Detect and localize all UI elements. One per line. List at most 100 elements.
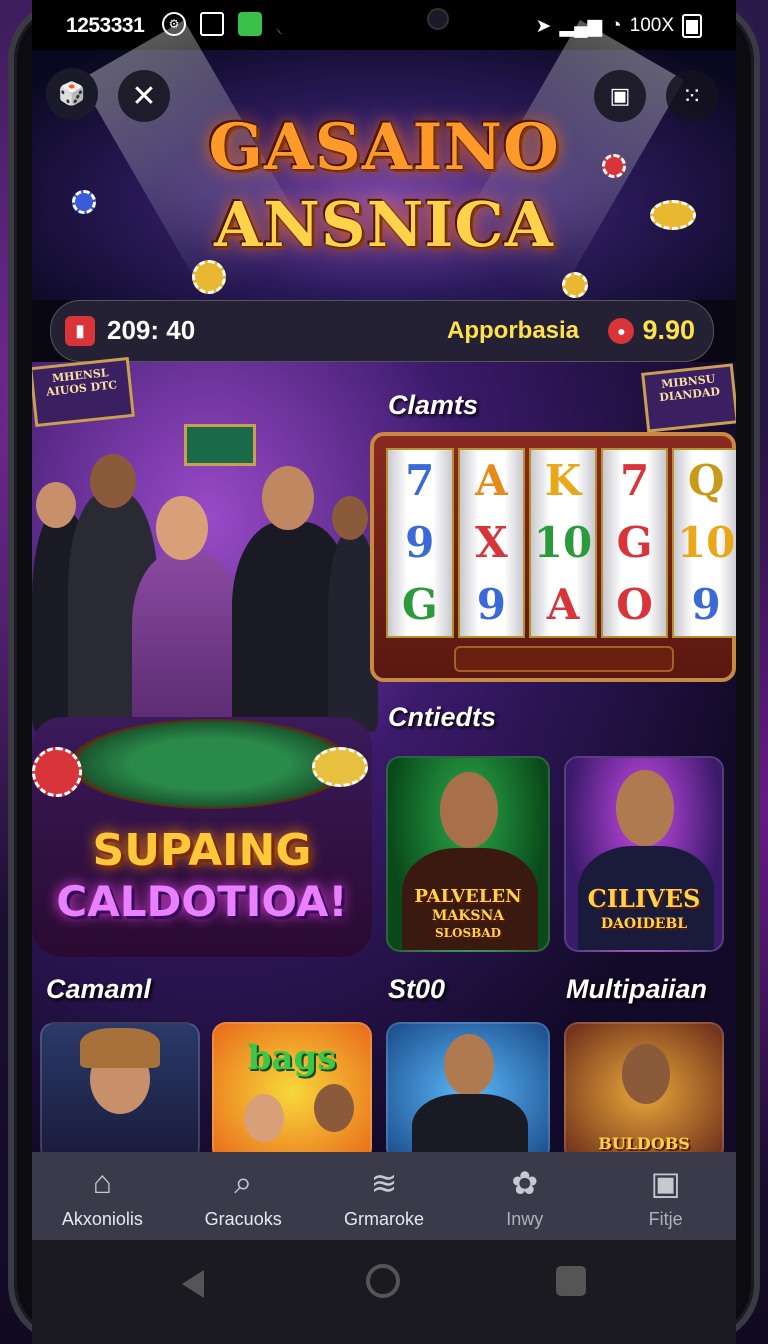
main-content: MHENSL AIUOS DTC SUPAING CALDOTIOA! Clam… bbox=[32, 356, 736, 1162]
row-title-1: Camaml bbox=[46, 974, 152, 1004]
nav-item-games[interactable]: ≋ Grmaroke bbox=[314, 1152, 455, 1240]
nav-item-social[interactable]: ✿ Inwy bbox=[454, 1152, 595, 1240]
close-icon: ✕ bbox=[131, 79, 157, 113]
reel-symbol: 10 bbox=[676, 518, 736, 567]
person-head bbox=[332, 496, 368, 540]
home-circle-icon[interactable] bbox=[366, 1264, 400, 1298]
screen-icon: ▣ bbox=[609, 83, 631, 108]
cluster-icon: ✿ bbox=[511, 1164, 539, 1201]
row-title-3: Multipaiian bbox=[566, 974, 707, 1004]
camera-notch bbox=[272, 0, 522, 42]
screen-button[interactable]: ▣ bbox=[594, 70, 646, 122]
coins-value: 9.90 bbox=[642, 315, 695, 345]
featured-card[interactable]: PALVELEN MAKSNA SLOSBAD bbox=[386, 756, 550, 952]
nav-item-search[interactable]: ⌕ Gracuoks bbox=[173, 1152, 314, 1240]
reel-symbol: X bbox=[475, 518, 508, 567]
reel-symbol: 7 bbox=[619, 456, 650, 505]
promo-roulette-card[interactable]: SUPAING CALDOTIOA! bbox=[32, 717, 372, 957]
reel-symbol: A bbox=[546, 580, 580, 629]
card-label-1: PALVELEN bbox=[414, 886, 522, 907]
section-title-featured: Cntiedts bbox=[388, 702, 496, 732]
game-card[interactable]: bags bbox=[212, 1022, 372, 1162]
promo-scene[interactable]: MHENSL AIUOS DTC bbox=[32, 356, 378, 742]
promo-text-line-2: CALDOTIOA! bbox=[56, 877, 348, 926]
balance-left[interactable]: ▮ 209: 40 bbox=[65, 315, 195, 346]
card-label-2: MAKSNA bbox=[431, 908, 505, 924]
balance-bar: ▮ 209: 40 Apporbasia ● 9.90 bbox=[50, 300, 714, 362]
dots-icon: ⁙ bbox=[681, 82, 703, 110]
card-label-2: DAOIDEBL bbox=[600, 916, 688, 932]
card-face bbox=[622, 1044, 670, 1104]
app-logo-button[interactable]: 🎲 bbox=[46, 68, 98, 120]
status-time: 1253331 bbox=[66, 14, 145, 37]
game-card[interactable] bbox=[386, 1022, 550, 1162]
location-icon: ➤ bbox=[535, 15, 552, 37]
game-card[interactable] bbox=[40, 1022, 200, 1162]
game-card[interactable]: BULDOBS bbox=[564, 1022, 724, 1162]
slot-reel: K 10 A bbox=[529, 448, 597, 638]
wifi-icon: ◔ bbox=[610, 15, 622, 36]
wallet-icon: ▮ bbox=[65, 315, 95, 346]
profile-icon: ▣ bbox=[650, 1164, 681, 1201]
front-camera bbox=[427, 8, 449, 30]
card-face bbox=[314, 1084, 354, 1132]
card-label-1: CILIVES bbox=[587, 884, 701, 913]
featured-card[interactable]: CILIVES DAOIDEBL bbox=[564, 756, 724, 952]
roulette-wheel bbox=[70, 719, 350, 809]
nav-label: Gracuoks bbox=[204, 1208, 282, 1229]
chip-decor bbox=[562, 272, 588, 298]
slot-reel: Q 10 9 bbox=[672, 448, 736, 638]
nav-label: Akxoniolis bbox=[61, 1208, 143, 1229]
nav-item-profile[interactable]: ▣ Fitje bbox=[595, 1152, 736, 1240]
card-face bbox=[244, 1094, 284, 1142]
person-head bbox=[262, 466, 314, 530]
row-title-2: St00 bbox=[388, 974, 446, 1004]
recents-icon[interactable] bbox=[556, 1266, 586, 1296]
reel-symbol: G bbox=[616, 518, 653, 567]
person-head bbox=[36, 482, 76, 528]
reel-symbol: Q bbox=[687, 456, 725, 505]
nav-label: Grmaroke bbox=[343, 1208, 424, 1229]
card-face bbox=[616, 770, 674, 846]
slot-base bbox=[454, 646, 674, 672]
slot-reels: 7 9 G A X 9 K 10 A 7 G O Q 10 9 bbox=[386, 448, 736, 638]
search-icon: ⌕ bbox=[234, 1163, 253, 1200]
slot-reel: 7 9 G bbox=[386, 448, 454, 638]
nav-label: Inwy bbox=[506, 1208, 544, 1229]
card-label: bags bbox=[247, 1038, 337, 1078]
reel-symbol: A bbox=[475, 456, 508, 505]
menu-button[interactable]: ⁙ bbox=[666, 70, 718, 122]
person-head bbox=[156, 496, 208, 560]
status-bar: 1253331 ⚙ o ➤ ▂▄▆ ◔ 100X bbox=[32, 0, 736, 50]
charge-icon bbox=[238, 12, 262, 36]
balance-value: 209: 40 bbox=[107, 315, 196, 345]
nav-item-home[interactable]: ⌂ Akxoniolis bbox=[32, 1152, 173, 1240]
reel-symbol: 7 bbox=[405, 456, 435, 505]
chip-decor bbox=[32, 747, 82, 797]
reel-symbol: 9 bbox=[691, 580, 721, 629]
coins-balance[interactable]: ● 9.90 bbox=[608, 315, 695, 346]
slot-reel: A X 9 bbox=[457, 448, 526, 638]
layers-icon: ≋ bbox=[370, 1164, 398, 1201]
logo-line-2: ANSNICA bbox=[214, 188, 554, 261]
neon-sign-mid bbox=[184, 424, 256, 466]
reel-symbol: 9 bbox=[476, 580, 506, 629]
card-face bbox=[440, 772, 498, 848]
reel-symbol: 9 bbox=[405, 518, 435, 567]
section-title-slots: Clamts bbox=[388, 390, 479, 420]
battery-icon bbox=[682, 14, 702, 38]
reel-symbol: K bbox=[544, 456, 582, 505]
status-right: ➤ ▂▄▆ ◔ 100X bbox=[536, 14, 702, 38]
back-icon[interactable] bbox=[182, 1270, 204, 1298]
person-head bbox=[90, 454, 136, 508]
sim-icon bbox=[200, 12, 224, 36]
neon-sign-right: MIBNSU DIANDAD bbox=[641, 363, 736, 433]
system-nav-bar bbox=[32, 1240, 736, 1344]
slot-machine[interactable]: 7 9 G A X 9 K 10 A 7 G O Q 10 9 bbox=[370, 432, 736, 682]
reel-symbol: O bbox=[616, 580, 653, 629]
chip-decor bbox=[192, 260, 226, 294]
promo-text-line-1: SUPAING bbox=[92, 825, 312, 876]
battery-label: 100X bbox=[629, 15, 674, 36]
close-button[interactable]: ✕ bbox=[118, 70, 170, 122]
drop-icon: ● bbox=[608, 317, 635, 344]
